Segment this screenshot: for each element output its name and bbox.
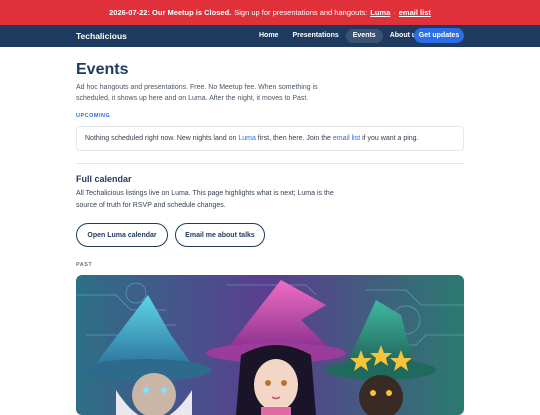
nav-events[interactable]: Events — [345, 29, 383, 43]
banner-text: Sign up for presentations and hangouts: — [234, 8, 368, 17]
upcoming-text-before: Nothing scheduled right now. New nights … — [85, 135, 237, 142]
section-divider — [76, 163, 464, 164]
calendar-description: All Techalicious listings live on Luma. … — [76, 190, 334, 209]
banner-email-link[interactable]: email list — [399, 8, 431, 17]
banner-luma-link[interactable]: Luma — [370, 8, 390, 17]
upcoming-luma-link[interactable]: Luma — [238, 135, 256, 142]
upcoming-notice: Nothing scheduled right now. New nights … — [76, 126, 464, 151]
upcoming-text-middle: first, then here. Join the — [257, 135, 331, 142]
nav-home[interactable]: Home — [252, 29, 285, 43]
page-title: Events — [76, 61, 129, 78]
past-event-image[interactable] — [76, 275, 464, 415]
nav-presentations[interactable]: Presentations — [285, 29, 345, 43]
banner-status: 2026-07-22: Our Meetup is Closed. — [109, 8, 232, 17]
nav-links: Home Presentations Events About us — [252, 28, 427, 44]
page-intro: Ad hoc hangouts and presentations. Free.… — [76, 84, 318, 102]
witches-illustration — [76, 275, 464, 415]
brand-logo[interactable]: Techalicious — [76, 31, 127, 41]
calendar-heading: Full calendar — [76, 174, 132, 184]
email-me-about-talks-button[interactable]: Email me about talks — [175, 223, 265, 247]
past-label: PAST — [76, 262, 93, 268]
upcoming-label: UPCOMING — [76, 113, 111, 119]
announcement-banner: 2026-07-22: Our Meetup is Closed. Sign u… — [0, 0, 540, 25]
upcoming-email-link[interactable]: email list — [333, 135, 360, 142]
get-updates-button[interactable]: Get updates — [414, 28, 464, 43]
open-luma-calendar-button[interactable]: Open Luma calendar — [76, 223, 168, 247]
banner-separator: · — [393, 8, 396, 17]
top-nav: Techalicious Home Presentations Events A… — [0, 25, 540, 47]
upcoming-text-after: if you want a ping. — [362, 135, 419, 142]
